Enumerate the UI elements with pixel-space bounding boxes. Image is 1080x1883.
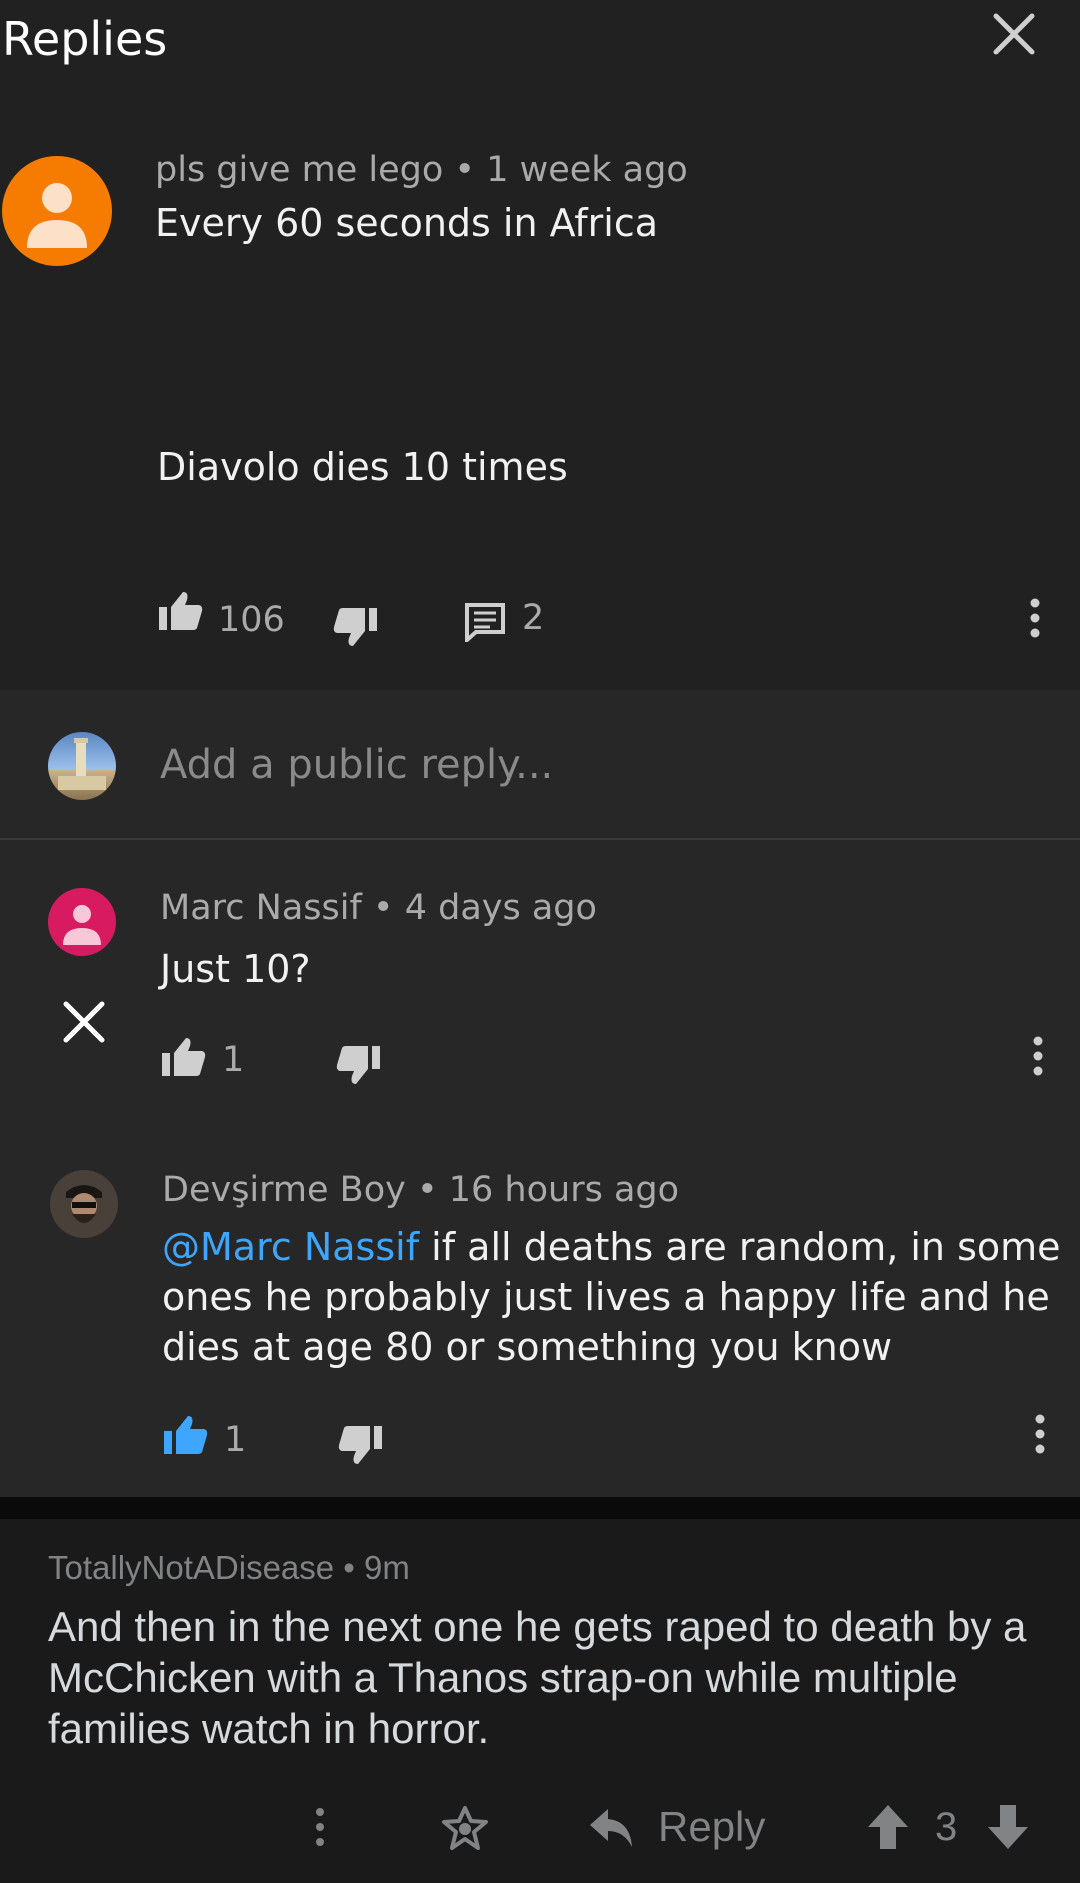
vote-score: 3 xyxy=(935,1805,958,1849)
reply-time: 16 hours ago xyxy=(448,1170,680,1210)
downvote-icon[interactable] xyxy=(986,1803,1030,1855)
reply-author[interactable]: Devşirme Boy xyxy=(162,1170,406,1210)
reddit-comment: TotallyNotADisease • 9m And then in the … xyxy=(0,1519,1080,1883)
youtube-replies-panel: Replies pls give me lego • 1 week ago Ev… xyxy=(0,0,1080,1497)
comment-text-line1: Every 60 seconds in Africa xyxy=(155,201,658,245)
avatar[interactable] xyxy=(50,1170,118,1238)
award-icon[interactable] xyxy=(440,1805,490,1857)
reply-count: 2 xyxy=(522,598,545,638)
dislike-icon[interactable] xyxy=(333,606,379,652)
user-photo-icon xyxy=(50,1170,118,1238)
like-icon-active[interactable] xyxy=(162,1414,208,1460)
avatar[interactable] xyxy=(48,888,116,956)
avatar[interactable] xyxy=(2,156,112,266)
dislike-icon[interactable] xyxy=(336,1044,382,1090)
more-options-icon[interactable] xyxy=(1028,1034,1048,1082)
comment-meta: pls give me lego • 1 week ago xyxy=(155,150,688,190)
user-icon xyxy=(27,183,87,248)
comment-time: 1 week ago xyxy=(486,150,688,190)
like-count: 1 xyxy=(224,1420,247,1460)
reply-text: @Marc Nassif if all deaths are random, i… xyxy=(162,1222,1062,1372)
comment-icon[interactable] xyxy=(464,602,506,646)
meta-separator: • xyxy=(416,1170,449,1210)
reply-meta: Devşirme Boy • 16 hours ago xyxy=(162,1170,679,1210)
reply-meta: Marc Nassif • 4 days ago xyxy=(160,888,597,928)
upvote-icon[interactable] xyxy=(866,1803,910,1855)
close-icon[interactable] xyxy=(60,998,108,1050)
reddit-comment-text: And then in the next one he gets raped t… xyxy=(48,1603,1027,1752)
reddit-action-bar: Reply 3 xyxy=(0,1791,1080,1871)
replies-title: Replies xyxy=(2,12,168,66)
reddit-comment-meta: TotallyNotADisease • 9m xyxy=(48,1549,410,1587)
close-icon[interactable] xyxy=(988,8,1040,60)
meta-separator: • xyxy=(343,1549,365,1586)
comment-text-line2: Diavolo dies 10 times xyxy=(157,445,568,489)
like-count: 106 xyxy=(218,600,285,640)
add-reply-box: Add a public reply... xyxy=(0,690,1080,840)
reply-time: 4 days ago xyxy=(404,888,597,928)
dislike-icon[interactable] xyxy=(338,1424,384,1470)
avatar xyxy=(48,732,116,800)
mosque-icon xyxy=(58,738,106,790)
mention-link[interactable]: @Marc Nassif xyxy=(162,1225,419,1269)
user-icon xyxy=(63,905,101,945)
reply-arrow-icon[interactable] xyxy=(588,1807,636,1853)
reply-text: Just 10? xyxy=(160,947,311,991)
more-options-icon[interactable] xyxy=(312,1805,328,1853)
replies-header: Replies xyxy=(0,0,1080,110)
reply-button[interactable]: Reply xyxy=(658,1803,765,1851)
meta-separator: • xyxy=(454,150,487,190)
main-comment: pls give me lego • 1 week ago Every 60 s… xyxy=(0,110,1080,690)
like-count: 1 xyxy=(222,1040,245,1080)
reddit-author[interactable]: TotallyNotADisease xyxy=(48,1549,334,1586)
reddit-time: 9m xyxy=(364,1549,410,1586)
reply-input[interactable]: Add a public reply... xyxy=(160,742,553,788)
comment-author[interactable]: pls give me lego xyxy=(155,150,443,190)
more-options-icon[interactable] xyxy=(1030,1412,1050,1460)
meta-separator: • xyxy=(372,888,405,928)
section-divider xyxy=(0,1497,1080,1519)
reply-author[interactable]: Marc Nassif xyxy=(160,888,362,928)
like-icon[interactable] xyxy=(157,590,203,636)
like-icon[interactable] xyxy=(160,1036,206,1082)
more-options-icon[interactable] xyxy=(1025,596,1045,644)
